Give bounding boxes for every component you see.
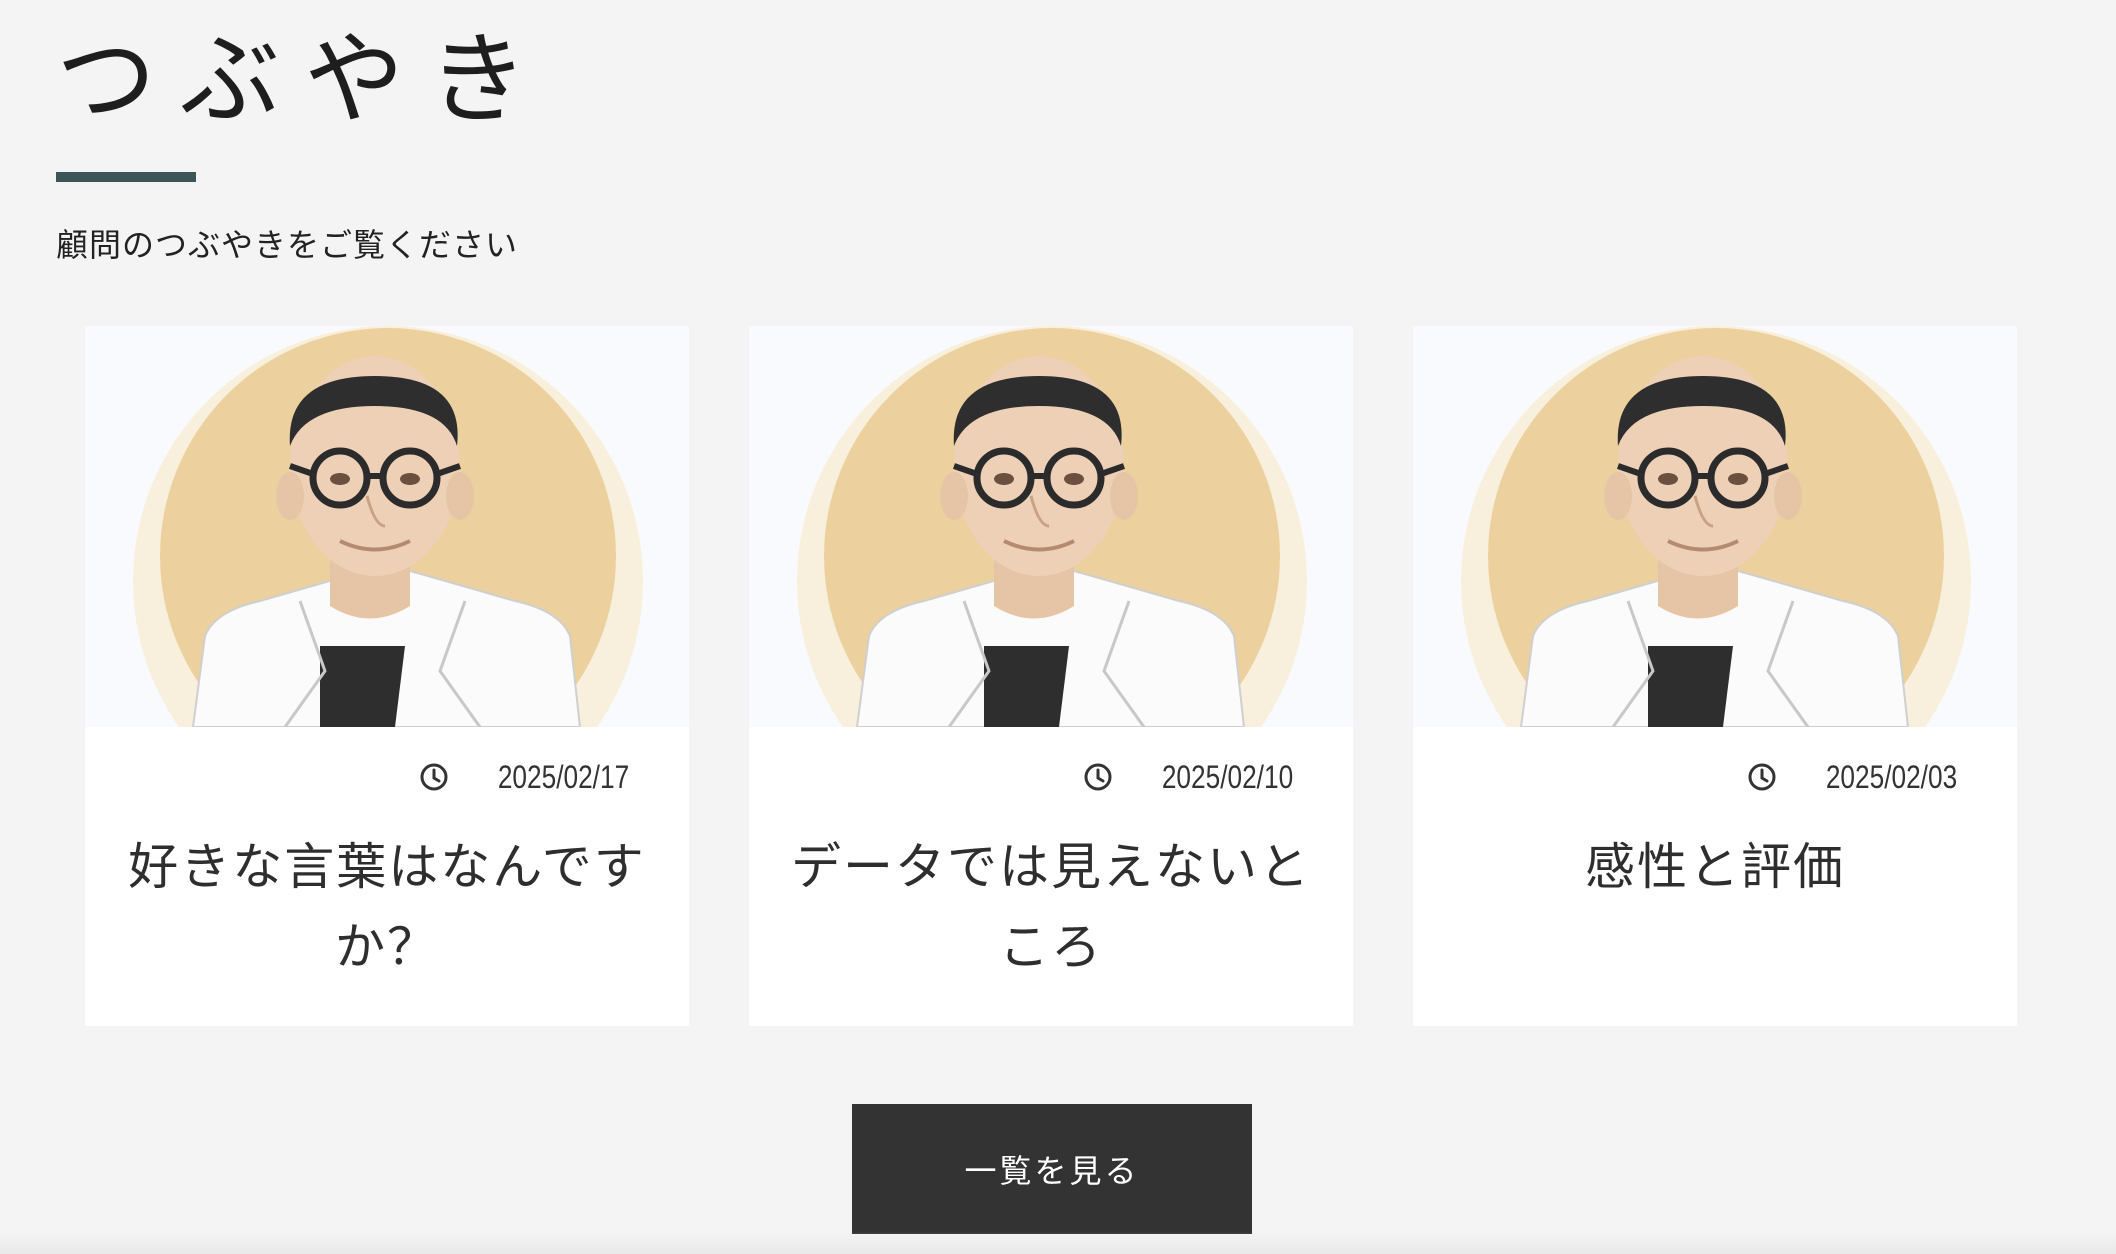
advisor-portrait-image — [133, 326, 643, 727]
post-thumbnail[interactable] — [1413, 326, 2017, 727]
title-underline-bar — [56, 172, 196, 182]
post-card[interactable]: 2025/02/17 好きな言葉はなんですか？ — [85, 326, 689, 1026]
post-card[interactable]: 2025/02/10 データでは見えないところ — [749, 326, 1353, 1026]
post-card[interactable]: 2025/02/03 感性と評価 — [1413, 326, 2017, 1026]
clock-icon — [1084, 763, 1112, 791]
post-card-list: 2025/02/17 好きな言葉はなんですか？ 2025/02/10 データでは… — [85, 326, 2017, 1026]
view-all-button[interactable]: 一覧を見る — [852, 1104, 1252, 1234]
post-meta: 2025/02/17 — [85, 727, 689, 827]
bottom-edge-shadow — [0, 1232, 2116, 1254]
advisor-portrait-image — [797, 326, 1307, 727]
advisor-portrait-image — [1461, 326, 1971, 727]
post-title[interactable]: 感性と評価 — [1413, 827, 2017, 907]
post-thumbnail[interactable] — [85, 326, 689, 727]
post-date: 2025/02/03 — [1825, 758, 1957, 795]
post-title[interactable]: 好きな言葉はなんですか？ — [85, 827, 689, 987]
section-title: つぶやき — [56, 21, 552, 138]
post-date: 2025/02/17 — [497, 758, 629, 795]
clock-icon — [420, 763, 448, 791]
post-thumbnail[interactable] — [749, 326, 1353, 727]
clock-icon — [1748, 763, 1776, 791]
post-date: 2025/02/10 — [1161, 758, 1293, 795]
post-title[interactable]: データでは見えないところ — [749, 827, 1353, 987]
section-subtitle: 顧問のつぶやきをご覧ください — [56, 226, 519, 264]
post-meta: 2025/02/10 — [749, 727, 1353, 827]
post-meta: 2025/02/03 — [1413, 727, 2017, 827]
